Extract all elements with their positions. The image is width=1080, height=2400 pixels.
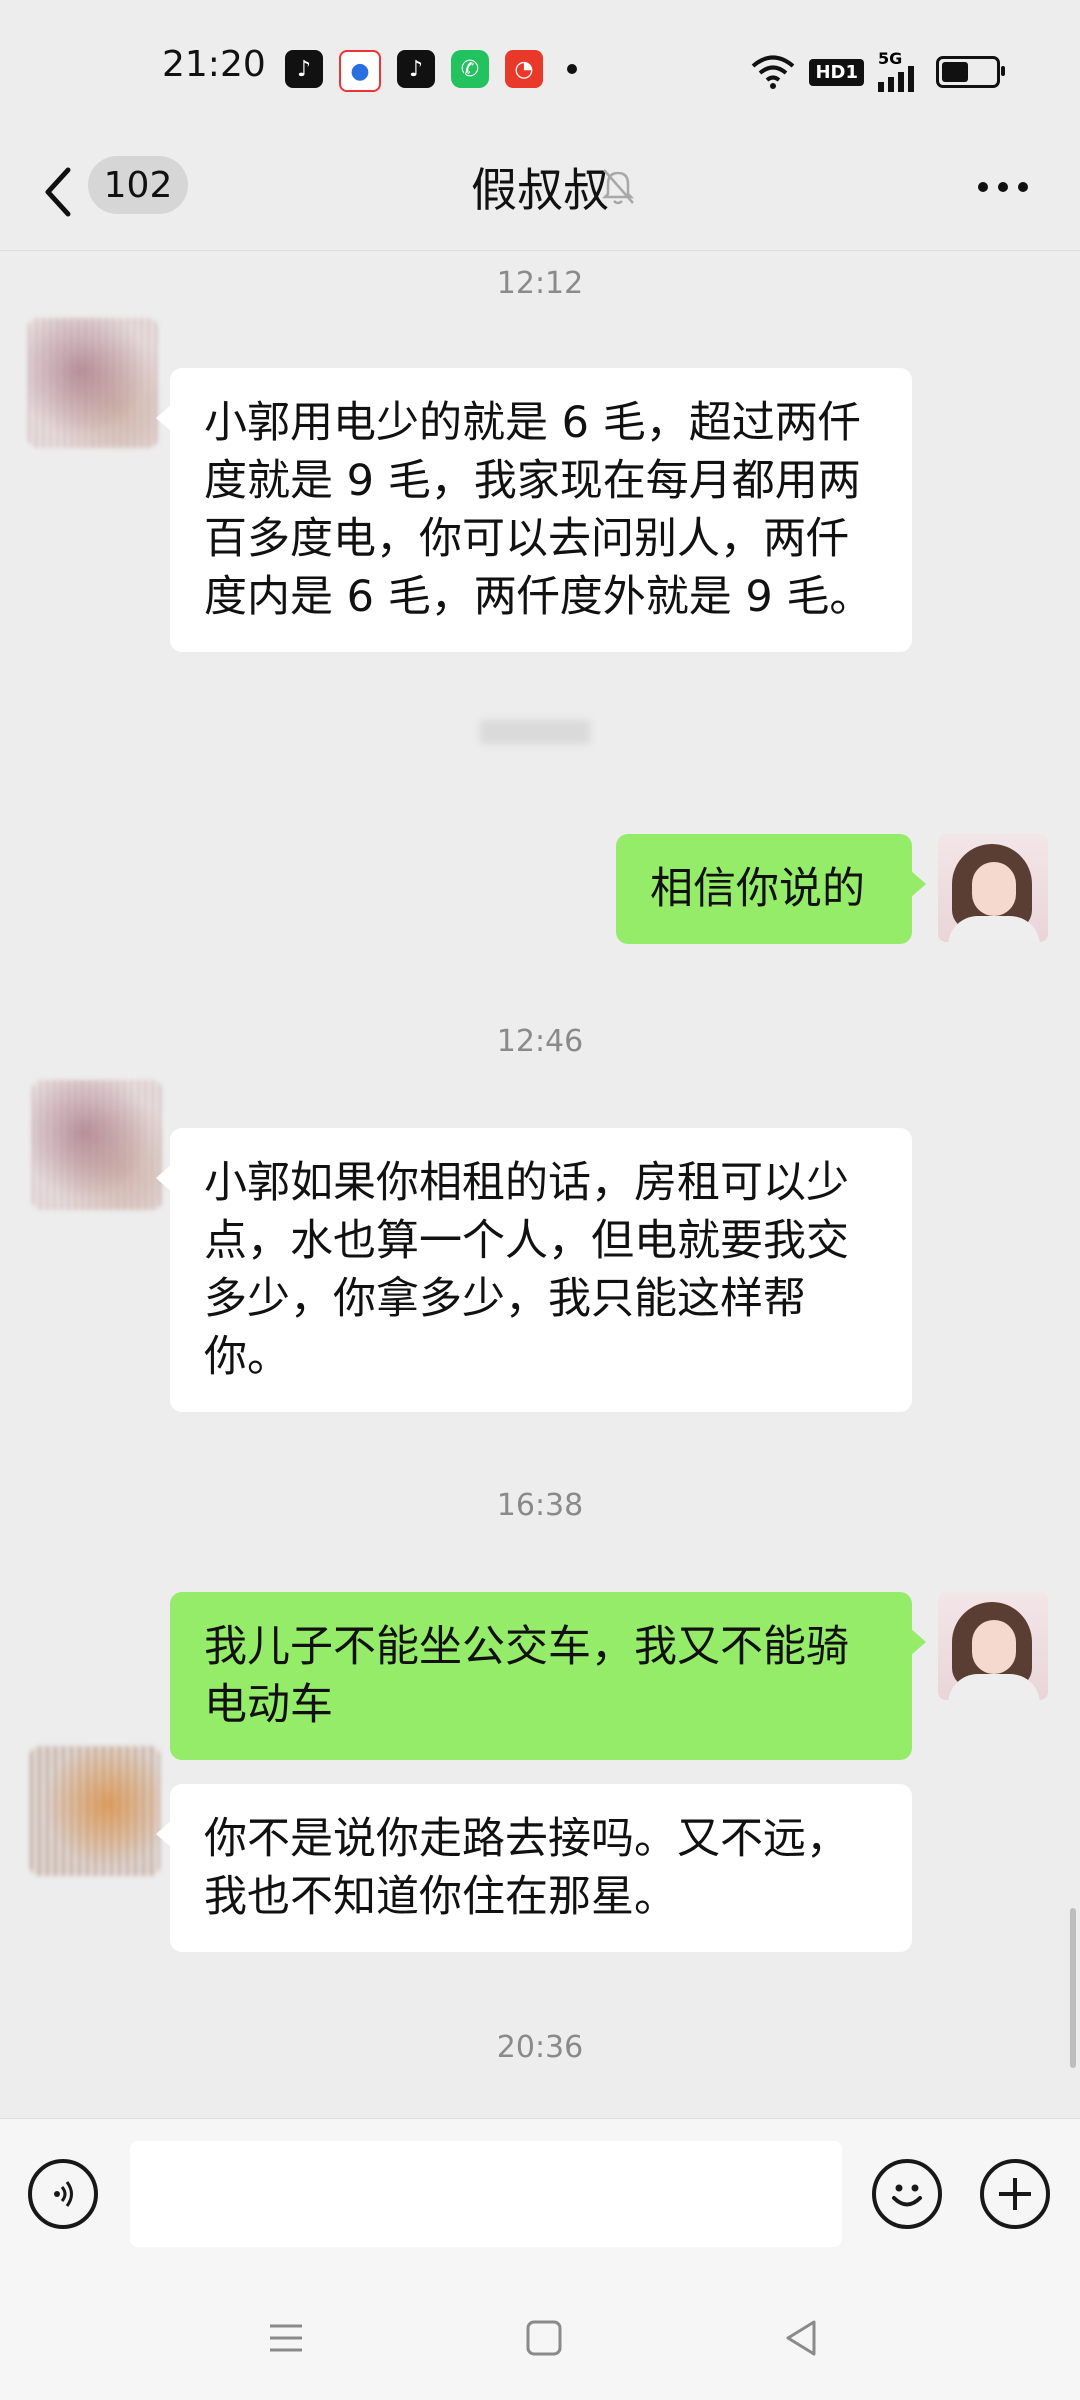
voice-icon[interactable] [28, 2159, 98, 2229]
status-bar: 21:20 ♪ ● ♪ ✆ ◔ HD1 5G [0, 0, 1080, 140]
signal-icon: 5G [878, 49, 922, 92]
hd-badge: HD1 [809, 58, 864, 86]
battery-icon [936, 56, 1005, 88]
back-triangle-icon[interactable] [772, 2308, 832, 2368]
shopping-app-icon: ◔ [505, 50, 543, 88]
chat-title: 假叔叔 [471, 163, 609, 217]
scrollbar[interactable] [1070, 1908, 1076, 2068]
bell-muted-icon [601, 169, 635, 205]
timestamp: 12:46 [496, 1024, 584, 1059]
message-bubble-outgoing[interactable]: 我儿子不能坐公交车，我又不能骑电动车 [170, 1592, 926, 1760]
timestamp: 12:12 [496, 266, 584, 301]
message-bubble-incoming[interactable]: 小郭如果你相租的话，房租可以少点，水也算一个人，但电就要我交多少，你拿多少，我只… [156, 1128, 912, 1412]
home-square-icon[interactable] [514, 2308, 574, 2368]
message-bubble-incoming[interactable]: 小郭用电少的就是 6 毛，超过两仟度就是 9 毛，我家现在每月都用两百多度电，你… [156, 368, 912, 652]
emoji-icon[interactable] [872, 2159, 942, 2229]
system-icons: HD1 5G [751, 49, 1005, 92]
more-notifications-dot-icon [567, 64, 577, 74]
menu-icon[interactable] [256, 2308, 316, 2368]
timestamp: 16:38 [496, 1488, 584, 1523]
timestamp: 20:36 [496, 2030, 584, 2065]
system-nav-bar [0, 2278, 1080, 2400]
more-dots-icon[interactable] [978, 182, 1028, 192]
contact-avatar[interactable] [32, 1080, 162, 1210]
my-avatar[interactable] [938, 834, 1048, 942]
input-bar [0, 2118, 1080, 2279]
message-input[interactable] [130, 2141, 842, 2247]
contact-avatar[interactable] [28, 318, 158, 448]
network-type: 5G [878, 49, 903, 68]
blurred-area [480, 720, 590, 744]
message-bubble-outgoing[interactable]: 相信你说的 [616, 834, 926, 944]
tiktok-icon: ♪ [397, 50, 435, 88]
my-avatar[interactable] [938, 1592, 1048, 1700]
contact-avatar[interactable] [30, 1746, 160, 1876]
status-time: 21:20 [162, 44, 266, 85]
message-list[interactable]: 12:12 小郭用电少的就是 6 毛，超过两仟度就是 9 毛，我家现在每月都用两… [0, 250, 1080, 2118]
wifi-icon [752, 55, 795, 89]
tiktok-lite-icon: ♪ [285, 50, 323, 88]
chat-header: 102 假叔叔 [0, 140, 1080, 251]
phone-icon: ✆ [451, 50, 489, 88]
notification-icons: ♪ ● ♪ ✆ ◔ [285, 50, 577, 92]
message-bubble-incoming[interactable]: 你不是说你走路去接吗。又不远，我也不知道你住在那星。 [156, 1784, 912, 1952]
plus-icon[interactable] [980, 2159, 1050, 2229]
browser-app-icon: ● [339, 50, 381, 92]
